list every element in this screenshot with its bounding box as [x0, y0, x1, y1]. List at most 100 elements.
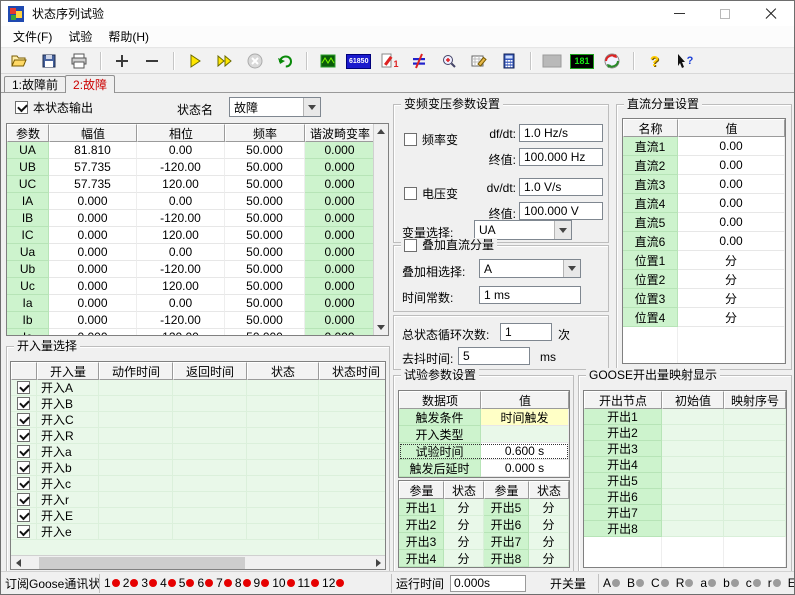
binary-input-row[interactable]: 开入E [11, 508, 385, 524]
amplitude-cell[interactable]: 0.000 [49, 193, 137, 210]
initial-value-cell[interactable] [662, 521, 724, 537]
amplitude-cell[interactable]: 0.000 [49, 278, 137, 295]
frequency-cell[interactable]: 50.000 [225, 176, 305, 193]
menu-test[interactable]: 试验 [60, 26, 100, 47]
binary-input-row[interactable]: 开入r [11, 492, 385, 508]
initial-value-cell[interactable] [662, 473, 724, 489]
thd-cell[interactable]: 0.000 [305, 210, 373, 227]
run-button[interactable] [183, 50, 207, 72]
phase-cell[interactable]: -120.00 [137, 312, 225, 329]
col-header-output-node[interactable]: 开出节点 [584, 391, 662, 409]
dc-value-cell[interactable]: 0.00 [678, 137, 785, 156]
output-state-row[interactable]: 开出1 分 开出5 分 [399, 499, 569, 516]
binary-input-checkbox[interactable] [17, 445, 30, 458]
goose-mapping-row[interactable]: 开出8 [584, 521, 786, 537]
phase-cell[interactable]: 120.00 [137, 329, 225, 335]
amplitude-cell[interactable]: 0.000 [49, 295, 137, 312]
goose-mapping-row[interactable]: 开出6 [584, 489, 786, 505]
col-header-state-1[interactable]: 状态 [444, 481, 484, 499]
dc-table-row[interactable]: 直流3 0.00 [623, 175, 785, 194]
frequency-cell[interactable]: 50.000 [225, 142, 305, 159]
amplitude-cell[interactable]: 0.000 [49, 227, 137, 244]
param-table-row[interactable]: Uc 0.000 120.00 50.000 0.000 [7, 278, 373, 295]
dc-value-cell[interactable]: 0.00 [678, 194, 785, 213]
binary-input-checkbox[interactable] [17, 397, 30, 410]
dc-table-row[interactable]: 直流6 0.00 [623, 232, 785, 251]
scroll-down-button[interactable] [374, 320, 388, 335]
output-state-row[interactable]: 开出2 分 开出6 分 [399, 516, 569, 533]
context-help-button[interactable]: ? [673, 50, 697, 72]
col-header-amplitude[interactable]: 幅值 [49, 124, 137, 142]
amplitude-cell[interactable]: 0.000 [49, 312, 137, 329]
frequency-cell[interactable]: 50.000 [225, 159, 305, 176]
frequency-cell[interactable]: 50.000 [225, 244, 305, 261]
time-constant-input[interactable]: 1 ms [479, 286, 581, 304]
thd-cell[interactable]: 0.000 [305, 278, 373, 295]
dc-table-row[interactable]: 位置1 分 [623, 251, 785, 270]
phase-cell[interactable]: 0.00 [137, 244, 225, 261]
frequency-cell[interactable]: 50.000 [225, 312, 305, 329]
dc-table-row[interactable]: 直流5 0.00 [623, 213, 785, 232]
thd-cell[interactable]: 0.000 [305, 142, 373, 159]
thd-cell[interactable]: 0.000 [305, 159, 373, 176]
col-header-input[interactable]: 开入量 [37, 362, 99, 380]
minimize-button[interactable] [656, 1, 702, 26]
col-header-operate-time[interactable]: 动作时间 [99, 362, 173, 380]
output-state-cell[interactable]: 分 [529, 533, 569, 550]
state-output-checkbox[interactable] [15, 101, 28, 114]
output-state-cell[interactable]: 分 [444, 533, 484, 550]
binary-input-checkbox[interactable] [17, 477, 30, 490]
combo-dropdown-button[interactable] [554, 221, 571, 239]
volt-end-input[interactable]: 100.000 V [519, 202, 603, 220]
calculator-button[interactable] [497, 50, 521, 72]
mapping-index-cell[interactable] [724, 521, 786, 537]
col-header-param-2[interactable]: 参量 [484, 481, 529, 499]
dfdt-input[interactable]: 1.0 Hz/s [519, 124, 603, 142]
mapping-index-cell[interactable] [724, 473, 786, 489]
menu-help[interactable]: 帮助(H) [100, 26, 157, 47]
sync-button[interactable] [600, 50, 624, 72]
loop-count-input[interactable]: 1 [500, 323, 552, 341]
binary-input-checkbox[interactable] [17, 493, 30, 506]
amplitude-cell[interactable]: 0.000 [49, 261, 137, 278]
col-header-state-2[interactable]: 状态 [529, 481, 569, 499]
debounce-input[interactable]: 5 [458, 347, 530, 365]
dc-table-row[interactable]: 直流1 0.00 [623, 137, 785, 156]
freq-change-checkbox[interactable] [404, 133, 417, 146]
output-state-cell[interactable]: 分 [529, 550, 569, 567]
thd-cell[interactable]: 0.000 [305, 329, 373, 335]
phase-cell[interactable]: -120.00 [137, 261, 225, 278]
mapping-index-cell[interactable] [724, 489, 786, 505]
phase-cell[interactable]: 120.00 [137, 227, 225, 244]
param-table-row[interactable]: Ib 0.000 -120.00 50.000 0.000 [7, 312, 373, 329]
iec61850-button[interactable]: 61850 [346, 50, 371, 72]
binary-input-row[interactable]: 开入B [11, 396, 385, 412]
binary-input-checkbox[interactable] [17, 525, 30, 538]
goose-mapping-row[interactable]: 开出5 [584, 473, 786, 489]
col-header-value[interactable]: 值 [481, 391, 569, 409]
maximize-button[interactable] [702, 1, 748, 26]
frequency-cell[interactable]: 50.000 [225, 210, 305, 227]
col-header-name[interactable]: 名称 [623, 119, 678, 137]
param-table-row[interactable]: Ub 0.000 -120.00 50.000 0.000 [7, 261, 373, 278]
dvdt-input[interactable]: 1.0 V/s [519, 178, 603, 196]
param-table-row[interactable]: IB 0.000 -120.00 50.000 0.000 [7, 210, 373, 227]
initial-value-cell[interactable] [662, 409, 724, 425]
dc-value-cell[interactable]: 0.00 [678, 175, 785, 194]
blank-button[interactable] [540, 50, 564, 72]
scroll-left-button[interactable] [11, 556, 25, 570]
col-header-state-time[interactable]: 状态时间 [319, 362, 386, 380]
phase-cell[interactable]: 120.00 [137, 278, 225, 295]
goose-mapping-row[interactable]: 开出2 [584, 425, 786, 441]
col-header-param-1[interactable]: 参量 [399, 481, 444, 499]
remove-state-button[interactable] [140, 50, 164, 72]
dc-table-row[interactable]: 位置4 分 [623, 308, 785, 327]
frequency-cell[interactable]: 50.000 [225, 329, 305, 335]
param-table-row[interactable]: UA 81.810 0.00 50.000 0.000 [7, 142, 373, 159]
amplitude-cell[interactable]: 81.810 [49, 142, 137, 159]
output-state-cell[interactable]: 分 [529, 499, 569, 516]
dc-value-cell[interactable]: 0.00 [678, 232, 785, 251]
param-table-row[interactable]: Ia 0.000 0.00 50.000 0.000 [7, 295, 373, 312]
amplitude-cell[interactable]: 0.000 [49, 210, 137, 227]
frequency-cell[interactable]: 50.000 [225, 261, 305, 278]
